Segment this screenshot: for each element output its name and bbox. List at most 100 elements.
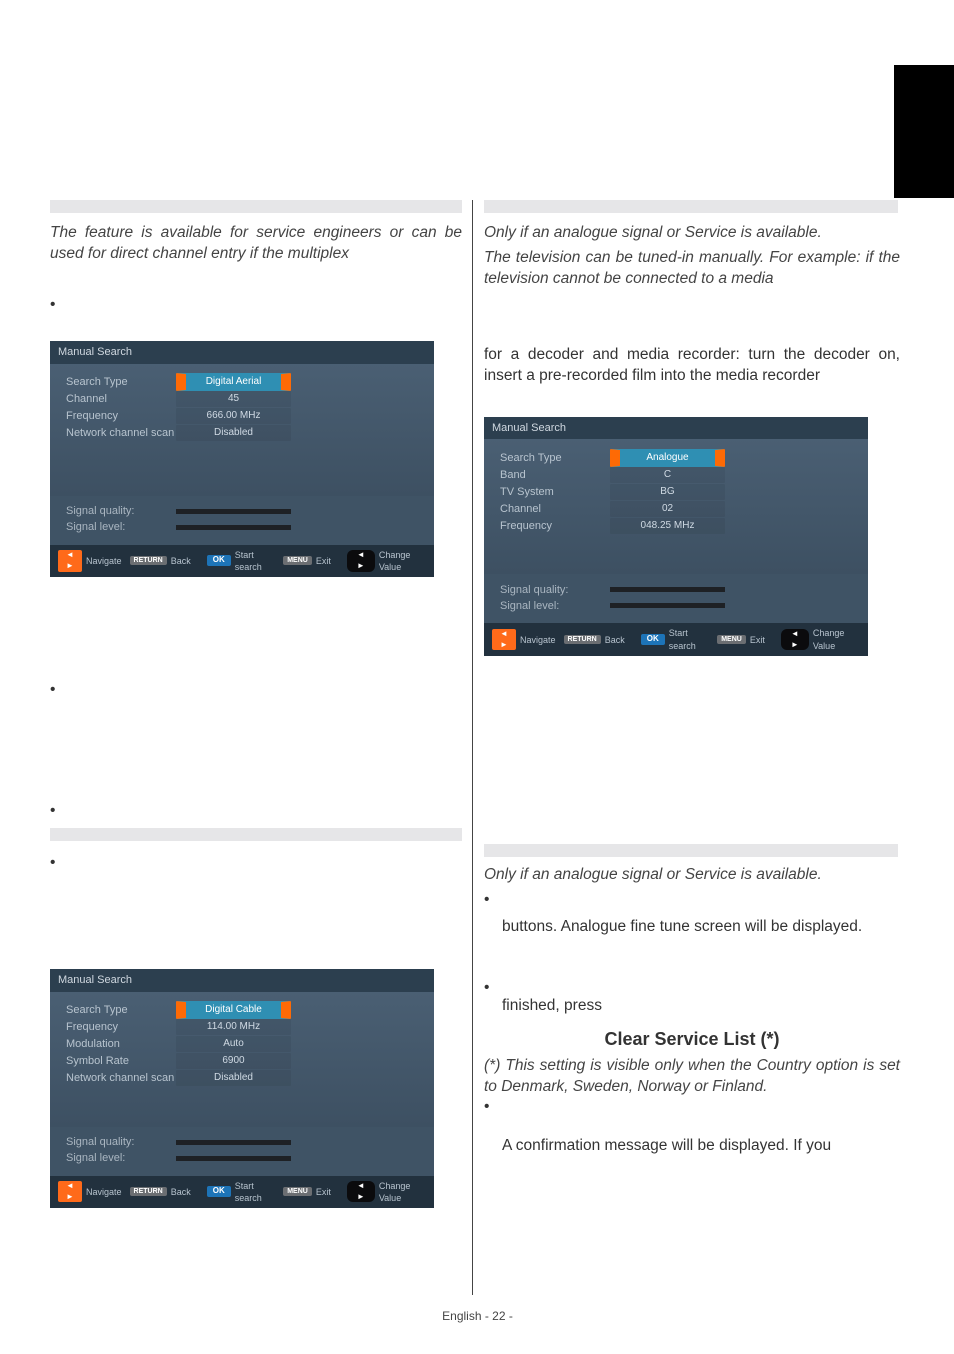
- bullet: [484, 1097, 900, 1118]
- section-bar: [484, 200, 898, 213]
- tv-body: Search TypeAnalogue BandC TV SystemBG Ch…: [484, 439, 868, 574]
- change-label: Change Value: [379, 1180, 426, 1204]
- exit-label: Exit: [750, 634, 765, 646]
- paragraph: finished, press: [502, 996, 900, 1017]
- tv-screenshot-cable: Manual Search Search TypeDigital Cable F…: [50, 969, 434, 1208]
- tv-title: Manual Search: [484, 417, 868, 440]
- tv-footer: ◄ ►Navigate RETURNBack OKStart search ME…: [484, 623, 868, 655]
- back-label: Back: [605, 634, 625, 646]
- page-number: English - 22 -: [50, 1308, 905, 1324]
- back-label: Back: [171, 1186, 191, 1198]
- heading-clear-service: Clear Service List (*): [484, 1027, 900, 1051]
- value: 114.00 MHz: [176, 1019, 291, 1035]
- tv-title: Manual Search: [50, 969, 434, 992]
- label: Search Type: [500, 451, 610, 466]
- nav-label: Navigate: [86, 555, 122, 567]
- section-bar: [484, 844, 898, 857]
- back-label: Back: [171, 555, 191, 567]
- value: Auto: [176, 1036, 291, 1052]
- lr-icon: ◄ ►: [347, 550, 375, 572]
- sig-l-label: Signal level:: [500, 599, 610, 614]
- note-text: (*) This setting is visible only when th…: [484, 1056, 900, 1098]
- page: The feature is available for service eng…: [0, 0, 954, 1354]
- signal-level-bar: [176, 1156, 291, 1161]
- tv-title: Manual Search: [50, 341, 434, 364]
- bullet: [50, 853, 462, 874]
- menu-icon: MENU: [283, 1187, 312, 1196]
- label: Channel: [500, 502, 610, 517]
- value: Disabled: [176, 425, 291, 441]
- value: Digital Cable: [176, 1001, 291, 1019]
- note-text: Only if an analogue signal or Service is…: [484, 223, 900, 244]
- signal-quality-bar: [610, 587, 725, 592]
- value: 45: [176, 391, 291, 407]
- ok-icon: OK: [207, 555, 231, 566]
- nav-icon: ◄ ►: [58, 550, 82, 572]
- tv-footer: ◄ ► Navigate RETURN Back OK Start search ME…: [50, 1176, 434, 1208]
- signal-quality-bar: [176, 509, 291, 514]
- back-icon: RETURN: [564, 635, 601, 644]
- bullet: [50, 295, 462, 316]
- back-icon: RETURN: [130, 1187, 167, 1196]
- paragraph: for a decoder and media recorder: turn t…: [484, 345, 900, 387]
- label: Symbol Rate: [66, 1054, 176, 1069]
- nav-label: Navigate: [86, 1186, 122, 1198]
- menu-icon: MENU: [717, 635, 746, 644]
- sig-q-label: Signal quality:: [66, 504, 176, 519]
- tv-screenshot-analogue: Manual Search Search TypeAnalogue BandC …: [484, 417, 868, 656]
- value: Analogue: [610, 449, 725, 467]
- column-divider: [472, 200, 473, 1295]
- section-bar: [50, 200, 462, 213]
- nav-icon: ◄ ►: [492, 629, 516, 651]
- nav-icon: ◄ ►: [58, 1181, 82, 1203]
- sig-l-label: Signal level:: [66, 520, 176, 535]
- change-label: Change Value: [379, 549, 426, 573]
- label: Band: [500, 468, 610, 483]
- exit-label: Exit: [316, 555, 331, 567]
- paragraph: buttons. Analogue fine tune screen will …: [502, 917, 900, 938]
- bullet: [484, 978, 900, 999]
- sig-l-label: Signal level:: [66, 1151, 176, 1166]
- label: Frequency: [66, 1020, 176, 1035]
- label: Channel: [66, 392, 176, 407]
- value: Disabled: [176, 1070, 291, 1086]
- value: BG: [610, 484, 725, 500]
- menu-icon: MENU: [283, 556, 312, 565]
- ok-icon: OK: [207, 1186, 231, 1197]
- sig-q-label: Signal quality:: [500, 583, 610, 598]
- section-bar: [50, 828, 462, 841]
- tv-body: Search TypeDigital Cable Frequency114.00…: [50, 992, 434, 1127]
- right-column: Only if an analogue signal or Service is…: [484, 200, 900, 1157]
- signal-level-bar: [610, 603, 725, 608]
- paragraph: A confirmation message will be displayed…: [502, 1136, 900, 1157]
- label: Search Type: [66, 1003, 176, 1018]
- paragraph: The television can be tuned-in manually.…: [484, 248, 900, 290]
- value: 02: [610, 501, 725, 517]
- label: TV System: [500, 485, 610, 500]
- value: C: [610, 467, 725, 483]
- left-column: The feature is available for service eng…: [50, 200, 462, 1216]
- value: 666.00 MHz: [176, 408, 291, 424]
- bullet: [50, 680, 462, 701]
- value: Digital Aerial: [176, 373, 291, 391]
- note-text: Only if an analogue signal or Service is…: [484, 865, 900, 886]
- change-label: Change Value: [813, 627, 860, 651]
- start-label: Start search: [235, 1180, 275, 1204]
- tv-screenshot-aerial: Manual Search Search TypeDigital Aerial …: [50, 341, 434, 577]
- label: Network channel scan: [66, 426, 176, 441]
- ok-icon: OK: [641, 634, 665, 645]
- side-tab: [894, 65, 954, 198]
- note-text: The feature is available for service eng…: [50, 223, 462, 265]
- label: Search Type: [66, 375, 176, 390]
- value: 6900: [176, 1053, 291, 1069]
- label: Modulation: [66, 1037, 176, 1052]
- bullet: [50, 801, 462, 822]
- lr-icon: ◄ ►: [347, 1181, 375, 1203]
- value: 048.25 MHz: [610, 518, 725, 534]
- label: Frequency: [500, 519, 610, 534]
- start-label: Start search: [669, 627, 709, 651]
- lr-icon: ◄ ►: [781, 629, 809, 651]
- signal-level-bar: [176, 525, 291, 530]
- tv-body: Search TypeDigital Aerial Channel45 Freq…: [50, 364, 434, 496]
- bullet: [484, 890, 900, 911]
